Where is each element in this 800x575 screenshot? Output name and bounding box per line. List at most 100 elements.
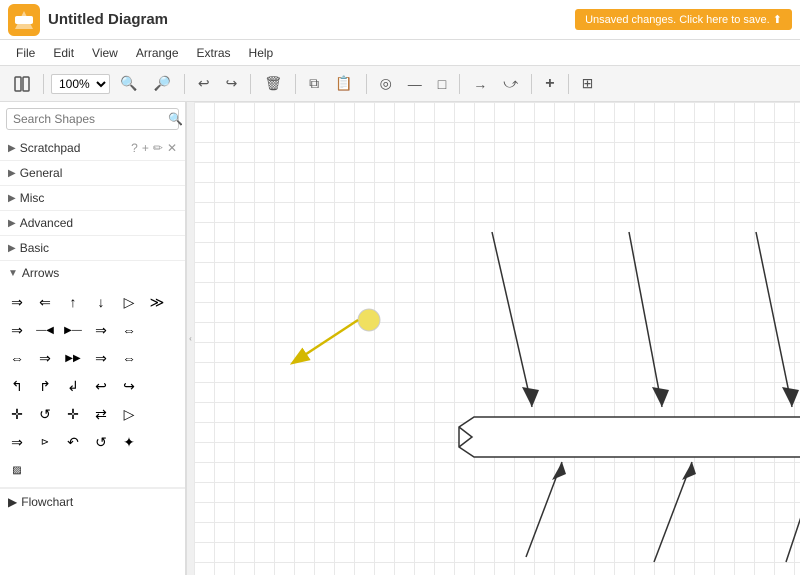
menu-arrange[interactable]: Arrange	[128, 44, 187, 62]
sep8	[568, 74, 569, 94]
shape-empty9	[116, 457, 142, 483]
redo-button[interactable]: ↪	[220, 71, 244, 96]
copy-button[interactable]: ⧉	[303, 71, 325, 96]
shape-hatching[interactable]: ▨	[4, 457, 30, 483]
section-advanced-header[interactable]: ▶ Advanced	[0, 211, 185, 235]
menu-help[interactable]: Help	[241, 44, 282, 62]
section-general-header[interactable]: ▶ General	[0, 161, 185, 185]
toolbar: 100% 50% 75% 125% 150% 🔍 🔎 ↩ ↪ 🗑 ⧉ 📋 ◎ —…	[0, 66, 800, 102]
misc-label: Misc	[20, 191, 177, 205]
shape-arc-left[interactable]: ↺	[88, 429, 114, 455]
shape-arc-right[interactable]: ↶	[60, 429, 86, 455]
paste-button[interactable]: 📋	[329, 71, 358, 96]
general-label: General	[20, 166, 177, 180]
scratchpad-add-icon[interactable]: +	[142, 141, 149, 155]
scratchpad-close-icon[interactable]: ✕	[167, 141, 177, 155]
shape-crosshair[interactable]: ✛	[60, 401, 86, 427]
basic-arrow-icon: ▶	[8, 243, 16, 254]
shape-right-3[interactable]: ⇒	[32, 345, 58, 371]
search-input[interactable]	[13, 112, 168, 126]
sep7	[531, 74, 532, 94]
sidebar-content: ▶ Scratchpad ? + ✏ ✕ ▶ General	[0, 136, 185, 575]
scratchpad-arrow-icon: ▶	[8, 143, 16, 154]
section-general: ▶ General	[0, 161, 185, 186]
arrows-arrow-icon: ▼	[8, 268, 18, 279]
scratchpad-question-icon[interactable]: ?	[131, 141, 138, 155]
shape-line[interactable]: —◀	[32, 317, 58, 343]
shape-down-arrow[interactable]: ↓	[88, 289, 114, 315]
main-area: 🔍 ▶ Scratchpad ? + ✏ ✕ ▶	[0, 102, 800, 575]
zoom-in-button[interactable]: 🔍	[114, 71, 143, 96]
shape-exchange[interactable]: ⇄	[88, 401, 114, 427]
shape-button[interactable]: □	[432, 72, 452, 96]
section-basic: ▶ Basic	[0, 236, 185, 261]
shape-empty3	[144, 373, 170, 399]
shape-empty7	[60, 457, 86, 483]
sep1	[43, 74, 44, 94]
search-box[interactable]: 🔍	[6, 108, 179, 130]
shape-turn-left[interactable]: ↰	[4, 373, 30, 399]
section-basic-header[interactable]: ▶ Basic	[0, 236, 185, 260]
section-flowchart[interactable]: ▶ Flowchart	[0, 488, 185, 515]
shape-bold-right[interactable]: ⇒	[88, 317, 114, 343]
unsaved-changes-button[interactable]: Unsaved changes. Click here to save. ⬆	[575, 9, 792, 30]
shape-curved-left[interactable]: ↩	[88, 373, 114, 399]
delete-button[interactable]: 🗑	[258, 71, 288, 96]
shape-empty5	[144, 429, 170, 455]
sep2	[184, 74, 185, 94]
shape-right-filled[interactable]: ▷	[116, 289, 142, 315]
shape-chevron-right[interactable]: ⇒	[4, 317, 30, 343]
shape-four-way[interactable]: ✛	[4, 401, 30, 427]
insert-button[interactable]: +	[539, 71, 560, 97]
shape-slash[interactable]: ✦	[116, 429, 142, 455]
waypoint-button[interactable]: ⤻	[497, 71, 524, 96]
section-arrows-header[interactable]: ▼ Arrows	[0, 261, 185, 285]
fill-button[interactable]: ◎	[374, 71, 398, 96]
shape-right-5[interactable]: ⇒	[88, 345, 114, 371]
shape-double-right[interactable]: ≫	[144, 289, 170, 315]
flowchart-arrow-icon: ▶	[8, 495, 17, 509]
shape-notch-right[interactable]: ⊳	[32, 429, 58, 455]
zoom-out-button[interactable]: 🔎	[147, 71, 176, 96]
scratchpad-edit-icon[interactable]: ✏	[153, 141, 163, 155]
arrows-label: Arrows	[22, 266, 177, 280]
section-scratchpad: ▶ Scratchpad ? + ✏ ✕	[0, 136, 185, 161]
shape-double-right2[interactable]: ⇒	[4, 429, 30, 455]
table-button[interactable]: ⊞	[576, 71, 600, 96]
search-icon: 🔍	[168, 112, 183, 126]
shape-right-4[interactable]: ▶▶	[60, 345, 86, 371]
zoom-select[interactable]: 100% 50% 75% 125% 150%	[51, 74, 110, 94]
sep5	[366, 74, 367, 94]
menu-edit[interactable]: Edit	[45, 44, 82, 62]
collapse-handle[interactable]: ‹	[186, 102, 194, 575]
shape-empty2	[144, 345, 170, 371]
app-title: Untitled Diagram	[48, 11, 168, 28]
menubar: File Edit View Arrange Extras Help	[0, 40, 800, 66]
menu-file[interactable]: File	[8, 44, 43, 62]
undo-button[interactable]: ↩	[192, 71, 216, 96]
general-arrow-icon: ▶	[8, 168, 16, 179]
shape-rotate[interactable]: ↺	[32, 401, 58, 427]
section-misc-header[interactable]: ▶ Misc	[0, 186, 185, 210]
shape-left-arrow[interactable]: ⇐	[32, 289, 58, 315]
shape-empty	[144, 317, 170, 343]
shape-dash[interactable]: ▶—	[60, 317, 86, 343]
shape-filled-right2[interactable]: ▷	[116, 401, 142, 427]
scratchpad-label: Scratchpad	[20, 141, 127, 155]
shape-left-right[interactable]: ⇔	[116, 317, 142, 343]
format-panel-button[interactable]	[8, 72, 36, 96]
shape-up-arrow[interactable]: ↑	[60, 289, 86, 315]
shape-curved-right[interactable]: ↪	[116, 373, 142, 399]
connector-button[interactable]: →	[467, 72, 493, 96]
menu-extras[interactable]: Extras	[189, 44, 239, 62]
shape-turn-down-left[interactable]: ↲	[60, 373, 86, 399]
shape-turn-right[interactable]: ↱	[32, 373, 58, 399]
section-advanced: ▶ Advanced	[0, 211, 185, 236]
shape-both-5[interactable]: ⇔	[116, 345, 142, 371]
shape-left-right-2[interactable]: ⇔	[4, 345, 30, 371]
section-scratchpad-header[interactable]: ▶ Scratchpad ? + ✏ ✕	[0, 136, 185, 160]
line-style-button[interactable]: —	[402, 72, 428, 96]
shape-right-arrow[interactable]: ⇒	[4, 289, 30, 315]
menu-view[interactable]: View	[84, 44, 126, 62]
canvas[interactable]	[194, 102, 800, 575]
